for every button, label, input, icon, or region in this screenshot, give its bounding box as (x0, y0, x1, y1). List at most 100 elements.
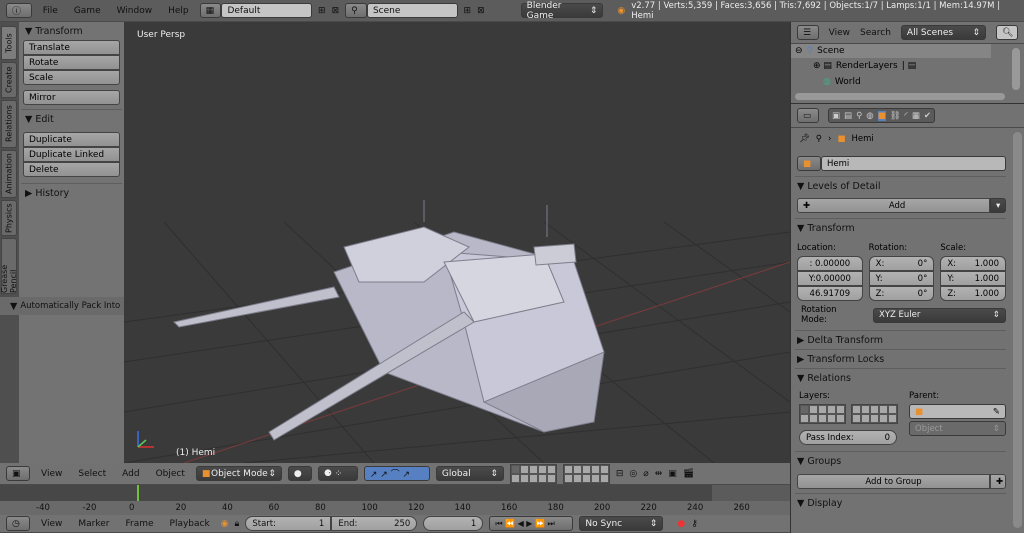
lod-panel-header[interactable]: ▼ Levels of Detail (791, 177, 1024, 195)
tab-physics[interactable]: Physics (1, 200, 17, 236)
remove-layout-icon[interactable]: ⊠ (332, 6, 340, 16)
rotation-x-field[interactable]: X: 0° (868, 256, 935, 271)
texture-tab-icon[interactable]: ▦ (912, 111, 920, 121)
location-y-field[interactable]: Y:0.00000 (797, 271, 863, 286)
menu-window[interactable]: Window (112, 6, 158, 16)
tab-grease-pencil[interactable]: Grease Pencil (0, 238, 18, 294)
scale-z-field[interactable]: Z: 1.000 (940, 286, 1007, 301)
layer-grid-1[interactable] (509, 463, 557, 484)
timeline[interactable]: -40 -20 0 20 40 60 80 100 120 140 160 180 200 220 240 2… (0, 485, 790, 515)
end-frame-field[interactable]: End: 250 (331, 516, 418, 531)
layout-field[interactable]: Default (221, 3, 313, 18)
location-x-field[interactable]: : 0.00000 (797, 256, 863, 271)
transform-locks-panel-header[interactable]: ▶ Transform Locks (791, 350, 1024, 368)
timeline-editor-type-button[interactable]: ◷ (6, 516, 30, 531)
edit-panel-header[interactable]: ▼ Edit (19, 110, 124, 128)
tab-create[interactable]: Create (1, 62, 17, 98)
pin-icon[interactable]: 📌︎ (799, 134, 810, 144)
timeline-menu-playback[interactable]: Playback (165, 519, 215, 529)
world-tab-icon[interactable]: ◍ (866, 111, 873, 121)
outliner-item-scene[interactable]: ⊖ ⚲ Scene (791, 44, 991, 58)
object-tab-icon[interactable]: ■ (877, 110, 886, 121)
scene-icon[interactable]: ⚲ (345, 3, 367, 18)
lod-menu-button[interactable]: ▾ (990, 198, 1006, 213)
parent-field[interactable]: ■ ✎ (909, 404, 1006, 419)
translate-button[interactable]: Translate (23, 40, 120, 55)
data-tab-icon[interactable]: ✔ (924, 111, 931, 121)
renderlayer-tab-icon[interactable]: ▤ (844, 111, 852, 121)
timeline-menu-frame[interactable]: Frame (120, 519, 158, 529)
mirror-button[interactable]: Mirror (23, 90, 120, 105)
duplicate-linked-button[interactable]: Duplicate Linked (23, 147, 120, 162)
menu-file[interactable]: File (38, 6, 63, 16)
object-layers-grid-1[interactable] (799, 404, 846, 424)
playback-controls[interactable]: ⏮ ⏪ ◀ ▶ ⏩ ⏭ (489, 516, 574, 531)
3d-viewport[interactable]: User Persp (1) Hemi (124, 22, 790, 463)
add-layout-icon[interactable]: ⊞ (318, 6, 326, 16)
object-datablock-button[interactable]: ■ (797, 156, 821, 171)
clapper-icon[interactable]: 🎬︎ (683, 469, 694, 479)
menu-select[interactable]: Select (73, 469, 111, 479)
render-tab-icon[interactable]: ▣ (832, 111, 840, 121)
outliner-menu-search[interactable]: Search (860, 28, 891, 38)
timeline-menu-marker[interactable]: Marker (73, 519, 114, 529)
delta-transform-panel-header[interactable]: ▶ Delta Transform (791, 331, 1024, 349)
location-z-field[interactable]: 46.91709 (797, 286, 863, 301)
outliner-menu-view[interactable]: View (829, 28, 850, 38)
menu-view[interactable]: View (36, 469, 67, 479)
display-panel-header[interactable]: ▼ Display (791, 494, 1024, 512)
layer-grid-2[interactable] (562, 463, 610, 484)
engine-select[interactable]: Blender Game ⇕ (520, 1, 604, 21)
rotate-button[interactable]: Rotate (23, 55, 120, 70)
outliner-editor-type-button[interactable]: ☰ (797, 25, 819, 40)
tab-relations[interactable]: Relations (1, 100, 17, 148)
menu-game[interactable]: Game (69, 6, 106, 16)
scene-tab-icon[interactable]: ⚲ (856, 111, 862, 121)
lock-icon[interactable]: 🔒︎ (235, 519, 240, 529)
timeline-menu-view[interactable]: View (36, 519, 67, 529)
orientation-select[interactable]: Global ⇕ (435, 466, 504, 481)
object-name-field[interactable]: Hemi (821, 156, 1006, 171)
groups-panel-header[interactable]: ▼ Groups (791, 452, 1024, 470)
auto-pack-panel-header[interactable]: ▼ Automatically Pack Into (0, 297, 124, 315)
menu-help[interactable]: Help (163, 6, 194, 16)
add-scene-icon[interactable]: ⊞ (464, 6, 472, 16)
snap-target-icon[interactable]: ⇹ (655, 469, 663, 479)
shading-select[interactable]: ● (287, 466, 312, 481)
mode-select[interactable]: ■ Object Mode ⇕ (195, 466, 282, 481)
pass-index-field[interactable]: Pass Index: 0 (799, 430, 897, 445)
outliner-vscrollbar[interactable] (1012, 48, 1020, 90)
tab-tools[interactable]: Tools (1, 26, 17, 60)
lock-layer-icon[interactable]: ⊟ (616, 469, 624, 479)
object-layers-grid-2[interactable] (851, 404, 898, 424)
outliner-filter-select[interactable]: All Scenes ⇕ (900, 25, 986, 40)
pivot-select[interactable]: ⚈ ⁘ (317, 466, 358, 481)
scale-y-field[interactable]: Y: 1.000 (940, 271, 1007, 286)
scale-x-field[interactable]: X: 1.000 (940, 256, 1007, 271)
keying-icon[interactable]: ⚷ (691, 519, 698, 529)
scale-button[interactable]: Scale (23, 70, 120, 85)
record-icon[interactable]: ● (677, 519, 685, 529)
delete-button[interactable]: Delete (23, 162, 120, 177)
tab-animation[interactable]: Animation (1, 150, 17, 198)
outliner-item-renderlayers[interactable]: ⊕ ▤ RenderLayers | ▤ (791, 58, 1024, 74)
rotation-y-field[interactable]: Y: 0° (868, 271, 935, 286)
manipulator-toggle[interactable]: ↗ ↗ ⌒ ↗ (363, 466, 430, 481)
relations-panel-header[interactable]: ▼ Relations (791, 369, 1024, 387)
eyedropper-icon[interactable]: ✎ (993, 407, 1000, 417)
parent-type-select[interactable]: Object ⇕ (909, 421, 1006, 436)
properties-scrollbar[interactable] (1013, 132, 1022, 528)
snap-icon[interactable]: ⌀ (643, 469, 648, 479)
rotation-z-field[interactable]: Z: 0° (868, 286, 935, 301)
constraints-tab-icon[interactable]: ⛓ (890, 111, 901, 121)
preview-range-icon[interactable]: ◉ (221, 519, 229, 529)
scene-field[interactable]: Scene (366, 3, 458, 18)
properties-editor-type-button[interactable]: ▭ (797, 108, 819, 123)
add-lod-button[interactable]: ✚ Add (797, 198, 990, 213)
duplicate-button[interactable]: Duplicate (23, 132, 120, 147)
transform-panel-header[interactable]: ▼ Transform (791, 219, 1024, 237)
add-to-group-button[interactable]: Add to Group (797, 474, 990, 489)
rotation-mode-select[interactable]: XYZ Euler ⇕ (873, 307, 1006, 323)
outliner-hscrollbar[interactable] (795, 93, 1005, 100)
proportional-edit-icon[interactable]: ◎ (629, 469, 637, 479)
